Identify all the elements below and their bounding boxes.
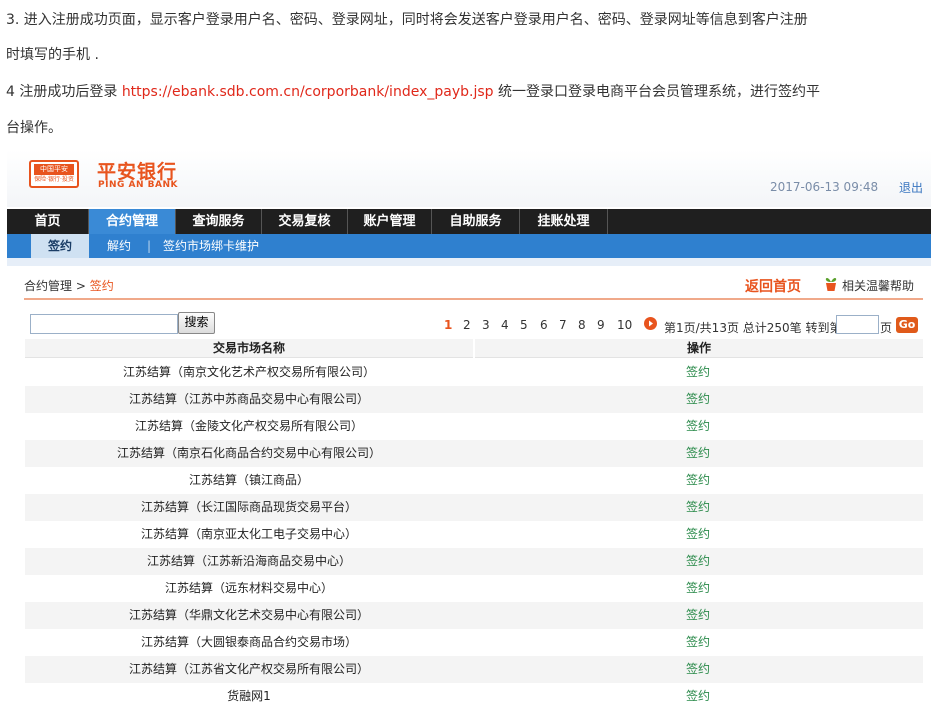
market-name-cell: 江苏结算（镇江商品） xyxy=(188,473,309,487)
main-nav: 首页 合约管理 查询服务 交易复核 账户管理 自助服务 挂账处理 xyxy=(7,209,931,234)
back-home-link[interactable]: 返回首页 xyxy=(745,276,801,296)
sign-action-link[interactable]: 签约 xyxy=(473,683,923,710)
badge-bottom-text: 保险·银行·投资 xyxy=(34,176,74,183)
page-6[interactable]: 6 xyxy=(540,318,548,332)
badge-top-text: 中国平安 xyxy=(34,164,74,175)
header-datetime: 2017-06-13 09:48 xyxy=(770,180,879,194)
go-button[interactable]: Go xyxy=(896,317,918,333)
logout-link[interactable]: 退出 xyxy=(899,179,923,196)
sign-action-link[interactable]: 签约 xyxy=(473,494,923,521)
table-row: 江苏结算（远东材料交易中心） 签约 xyxy=(25,575,923,602)
page-8[interactable]: 8 xyxy=(578,318,586,332)
jump-page-input[interactable] xyxy=(836,315,879,334)
step4-prefix: 4 注册成功后登录 xyxy=(6,84,122,100)
market-name-cell: 江苏结算（南京亚太化工电子交易中心） xyxy=(140,527,357,541)
step4-text-line2: 台操作。 xyxy=(6,120,62,136)
column-header-action: 操作 xyxy=(473,339,923,358)
breadcrumb: 合约管理 > 签约 xyxy=(24,277,114,294)
page-5[interactable]: 5 xyxy=(520,318,528,332)
column-header-market-name: 交易市场名称 xyxy=(212,341,285,355)
step3-text-line1: 3. 进入注册成功页面，显示客户登录用户名、密码、登录网址，同时将会发送客户登录… xyxy=(6,12,808,28)
nav-bottom-strip xyxy=(7,258,931,266)
page-4[interactable]: 4 xyxy=(501,318,509,332)
sign-action-link[interactable]: 签约 xyxy=(473,440,923,467)
market-name-cell: 江苏结算（南京文化艺术产权交易所有限公司） xyxy=(122,365,375,379)
market-name-cell: 江苏结算（华鼎文化艺术交易中心有限公司） xyxy=(128,608,369,622)
page-2[interactable]: 2 xyxy=(463,318,471,332)
sign-action-link[interactable]: 签约 xyxy=(473,386,923,413)
table-row: 江苏结算（南京文化艺术产权交易所有限公司） 签约 xyxy=(25,359,923,386)
sign-action-link[interactable]: 签约 xyxy=(473,602,923,629)
nav-item-trade-review[interactable]: 交易复核 xyxy=(262,209,348,234)
market-name-cell: 货融网1 xyxy=(227,689,271,703)
nav-item-self-service[interactable]: 自助服务 xyxy=(432,209,520,234)
nav-item-contract-management[interactable]: 合约管理 xyxy=(89,209,176,234)
table-row: 江苏结算（华鼎文化艺术交易中心有限公司） 签约 xyxy=(25,602,923,629)
table-row: 江苏结算（镇江商品） 签约 xyxy=(25,467,923,494)
sub-nav-separator: | xyxy=(147,239,152,253)
search-input[interactable] xyxy=(30,314,178,334)
sign-action-link[interactable]: 签约 xyxy=(473,629,923,656)
table-row: 江苏结算（大圆银泰商品合约交易市场） 签约 xyxy=(25,629,923,656)
plant-pot-icon xyxy=(825,278,837,291)
table-row: 江苏结算（长江国际商品现货交易平台） 签约 xyxy=(25,494,923,521)
sign-action-link[interactable]: 签约 xyxy=(473,656,923,683)
pager-summary: 第1页/共13页 总计250笔 转到第 xyxy=(664,321,842,335)
bank-screen: 中国平安 保险·银行·投资 平安银行 PING AN BANK 2017-06-… xyxy=(7,150,931,716)
nav-item-query-service[interactable]: 查询服务 xyxy=(176,209,262,234)
sign-action-link[interactable]: 签约 xyxy=(473,359,923,386)
market-name-cell: 江苏结算（江苏中苏商品交易中心有限公司） xyxy=(128,392,369,406)
market-name-cell: 江苏结算（远东材料交易中心） xyxy=(164,581,333,595)
table-row: 江苏结算（金陵文化产权交易所有限公司） 签约 xyxy=(25,413,923,440)
step3-text-line2: 时填写的手机 . xyxy=(6,47,99,63)
table-header: 交易市场名称 操作 xyxy=(25,339,923,358)
sign-action-link[interactable]: 签约 xyxy=(473,467,923,494)
page-7[interactable]: 7 xyxy=(559,318,567,332)
pingan-badge-logo: 中国平安 保险·银行·投资 xyxy=(29,160,79,188)
table-row: 江苏结算（江苏新沿海商品交易中心） 签约 xyxy=(25,548,923,575)
sign-action-link[interactable]: 签约 xyxy=(473,575,923,602)
step4-suffix: 统一登录口登录电商平台会员管理系统，进行签约平 xyxy=(493,84,820,100)
step4-text-line1: 4 注册成功后登录 https://ebank.sdb.com.cn/corpo… xyxy=(6,82,820,102)
pager-page-unit: 页 xyxy=(880,321,893,335)
table-row: 江苏结算（南京亚太化工电子交易中心） 签约 xyxy=(25,521,923,548)
sub-tab-cancel[interactable]: 解约 xyxy=(107,234,131,258)
market-name-cell: 江苏结算（江苏省文化产权交易所有限公司） xyxy=(128,662,369,676)
sub-tab-card-binding[interactable]: 签约市场绑卡维护 xyxy=(163,234,259,258)
nav-item-home[interactable]: 首页 xyxy=(7,209,89,234)
market-name-cell: 江苏结算（江苏新沿海商品交易中心） xyxy=(146,554,351,568)
page-10[interactable]: 10 xyxy=(617,318,632,332)
market-name-cell: 江苏结算（金陵文化产权交易所有限公司） xyxy=(134,419,363,433)
search-button[interactable]: 搜索 xyxy=(178,312,215,334)
next-page-icon[interactable] xyxy=(644,317,657,330)
nav-item-pending-processing[interactable]: 挂账处理 xyxy=(520,209,608,234)
page-9[interactable]: 9 xyxy=(597,318,605,332)
market-name-cell: 江苏结算（大圆银泰商品合约交易市场） xyxy=(140,635,357,649)
sub-tab-sign[interactable]: 签约 xyxy=(31,234,89,258)
bank-header: 中国平安 保险·银行·投资 平安银行 PING AN BANK 2017-06-… xyxy=(7,150,931,207)
page-3[interactable]: 3 xyxy=(482,318,490,332)
breadcrumb-current: 签约 xyxy=(89,279,114,293)
table-row: 江苏结算（江苏省文化产权交易所有限公司） 签约 xyxy=(25,656,923,683)
bank-logo-en: PING AN BANK xyxy=(98,180,178,190)
section-divider xyxy=(24,298,923,300)
breadcrumb-parent[interactable]: 合约管理 xyxy=(24,279,72,293)
nav-item-account-management[interactable]: 账户管理 xyxy=(348,209,432,234)
market-name-cell: 江苏结算（长江国际商品现货交易平台） xyxy=(140,500,357,514)
sign-action-link[interactable]: 签约 xyxy=(473,521,923,548)
sign-action-link[interactable]: 签约 xyxy=(473,548,923,575)
page-1[interactable]: 1 xyxy=(444,318,452,332)
sub-nav: 签约 解约 | 签约市场绑卡维护 xyxy=(7,234,931,258)
breadcrumb-separator: > xyxy=(72,279,90,293)
sign-action-link[interactable]: 签约 xyxy=(473,413,923,440)
table-row: 江苏结算（南京石化商品合约交易中心有限公司） 签约 xyxy=(25,440,923,467)
market-name-cell: 江苏结算（南京石化商品合约交易中心有限公司） xyxy=(116,446,381,460)
login-url-link[interactable]: https://ebank.sdb.com.cn/corporbank/inde… xyxy=(122,84,494,100)
help-link[interactable]: 相关温馨帮助 xyxy=(842,277,914,294)
table-row: 货融网1 签约 xyxy=(25,683,923,710)
table-row: 江苏结算（江苏中苏商品交易中心有限公司） 签约 xyxy=(25,386,923,413)
